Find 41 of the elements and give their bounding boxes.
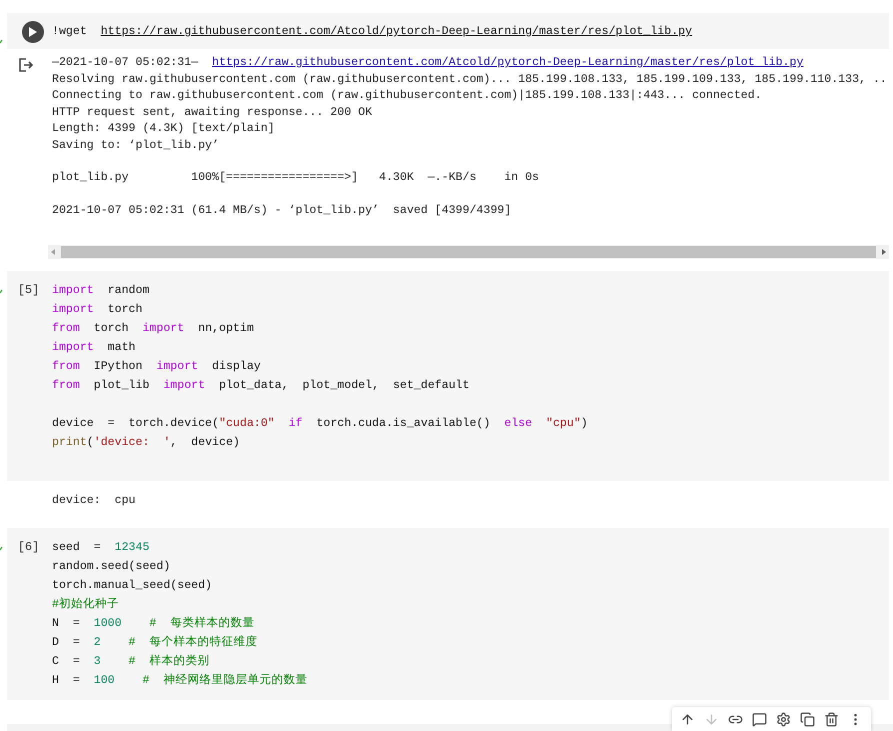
code-line: import math bbox=[52, 340, 136, 356]
output-text: plot_lib.py 100%[=================>] 4.30K —.-KB/s in 0s bbox=[52, 154, 887, 186]
output-text: Connecting to raw.githubusercontent.com (raw.githubusercontent.com)|185.199.108.133|:443... connected. bbox=[52, 88, 763, 104]
output-text: HTTP request sent, awaiting response... 200 OK bbox=[52, 104, 374, 120]
url-link[interactable]: https://raw.githubusercontent.com/Atcold/pytorch-Deep-Learning/master/res/plot lib.py bbox=[212, 55, 804, 72]
up-arrow-icon[interactable] bbox=[680, 712, 695, 726]
code-line: from torch import nn,optim bbox=[52, 321, 255, 337]
execution-count: [5] bbox=[18, 282, 40, 299]
settings-icon[interactable] bbox=[776, 712, 791, 726]
code-line: print('device: ', device) bbox=[52, 435, 241, 451]
code-line: #初始化种子 bbox=[52, 596, 120, 612]
code-line: H = 100 # 神经网络里隐层单元的数量 bbox=[52, 672, 308, 688]
output-text: 2021-10-07 05:02:31 (61.4 MB/s) - ‘plot_lib.py’ saved [4399/4399] bbox=[52, 186, 887, 219]
run-button[interactable] bbox=[22, 21, 44, 43]
code-line: seed = 12345 bbox=[52, 540, 150, 556]
code-line: device = torch.device(″cuda:0″ if torch.cuda.is_available() else ″cpu″) bbox=[52, 395, 588, 433]
check-icon bbox=[0, 39, 5, 45]
output-text: Saving to: ‘plot_lib.py’ bbox=[52, 138, 220, 154]
copy-icon[interactable] bbox=[800, 712, 815, 726]
output-text: Length: 4399 (4.3K) [text/plain] bbox=[52, 121, 276, 137]
comment-icon[interactable] bbox=[752, 712, 767, 726]
code-line: from plot_lib import plot_data, plot_model, set_default bbox=[52, 378, 470, 394]
code-line: !wget https://raw.githubusercontent.com/Atcold/pytorch-Deep-Learning/master/res/plot_lib.py bbox=[52, 24, 692, 40]
play-icon bbox=[28, 27, 36, 37]
output-icon bbox=[19, 58, 33, 72]
code-line: from IPython import display bbox=[52, 359, 262, 375]
code-line: import torch bbox=[52, 302, 144, 318]
trash-icon[interactable] bbox=[824, 712, 839, 726]
check-icon bbox=[0, 289, 5, 295]
code-line: torch.manual_seed(seed) bbox=[52, 578, 214, 594]
url-link[interactable]: https://raw.githubusercontent.com/Atcold/pytorch-Deep-Learning/master/res/plot_lib.py bbox=[100, 25, 692, 38]
execution-count: [6] bbox=[18, 538, 40, 556]
output-text: Resolving raw.githubusercontent.com (raw.githubusercontent.com)... 185.199.108.133, 185.199.109.133, 185.199.110.133, .. bbox=[52, 72, 887, 88]
code-line: N = 1000 # 每类样本的数量 bbox=[52, 616, 256, 632]
output-text: device: cpu bbox=[52, 493, 136, 509]
output-text: —2021-10-07 05:02:31— bbox=[52, 55, 200, 71]
code-line: D = 2 # 每个样本的特征维度 bbox=[52, 634, 258, 650]
code-line: random.seed(seed) bbox=[52, 558, 172, 574]
check-icon bbox=[0, 546, 5, 552]
code-line: C = 3 # 样本的类别 bbox=[52, 654, 210, 670]
code-line: import random bbox=[52, 283, 150, 299]
